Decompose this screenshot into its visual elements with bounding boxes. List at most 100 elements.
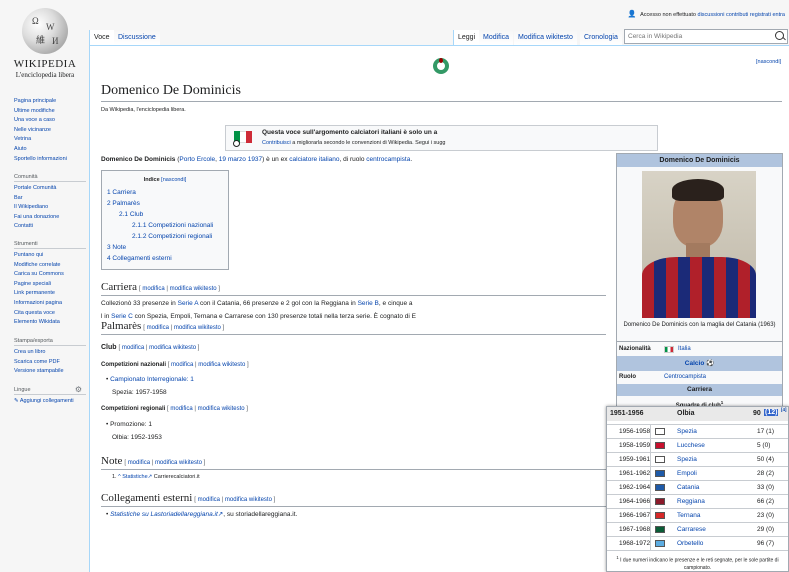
sidebar-item-recent-changes[interactable]: Ultime modifiche [14, 107, 86, 117]
club-link[interactable]: Lucchese [677, 442, 705, 449]
italy-flag-icon [664, 346, 674, 353]
personal-contributions-link[interactable]: contributi [726, 12, 748, 18]
club-link[interactable]: Spezia [677, 428, 697, 435]
edit-source-link[interactable]: modifica wikitesto [149, 345, 196, 351]
tab-article[interactable]: Voce [89, 30, 115, 45]
sidebar-item-page-info[interactable]: Informazioni pagina [14, 299, 86, 309]
sidebar-item-main-page[interactable]: Pagina principale [14, 97, 86, 107]
club-years: 1956-1958 [619, 428, 651, 435]
sidebar-item-contacts[interactable]: Contatti [14, 222, 86, 232]
section-rule [101, 295, 606, 296]
toc-item-regional[interactable]: 2.1.2 Competizioni regionali [132, 233, 212, 240]
birthdate-link[interactable]: 19 marzo 1937 [219, 156, 262, 163]
sidebar-item-download-pdf[interactable]: Scarica come PDF [14, 358, 86, 368]
edit-source-link[interactable]: modifica wikitesto [198, 362, 245, 368]
sidebar-item-what-links-here[interactable]: Puntano qui [14, 251, 86, 261]
club-stats: 23 (0) [757, 512, 774, 519]
toc-item-carriera[interactable]: 1 Carriera [107, 189, 136, 196]
personal-login-link[interactable]: entra [772, 12, 785, 18]
club-ref[interactable]: [4] [781, 407, 787, 412]
toc-item-external[interactable]: 4 Collegamenti esterni [107, 255, 172, 262]
club-link[interactable]: Ternana [677, 512, 701, 519]
sidebar-item-wikipediano[interactable]: Il Wikipediano [14, 203, 86, 213]
ref-link[interactable]: Statistiche [122, 474, 147, 480]
sidebar-item-bar[interactable]: Bar [14, 194, 86, 204]
club-years: 1968-1972 [619, 540, 651, 547]
club-link[interactable]: Reggiana [677, 498, 705, 505]
personal-register-link[interactable]: registrati [750, 12, 771, 18]
club-link[interactable]: Carrarese [677, 526, 706, 533]
edit-link[interactable]: modifica [128, 460, 150, 466]
toc-item-note[interactable]: 3 Note [107, 244, 126, 251]
club-link[interactable]: Empoli [677, 470, 697, 477]
edit-source-link[interactable]: modifica wikitesto [225, 497, 272, 503]
nationality-link[interactable]: Italia [678, 346, 691, 352]
club-career-table: 1951-1956 Olbia 90 (12) [4] 1956-1958 Spe… [606, 406, 789, 572]
external-link[interactable]: Statistiche su Lastoriadellareggiana.it [110, 511, 218, 518]
wikipedia-logo[interactable]: ΩW維И WIKIPEDIA L'enciclopedia libera [10, 8, 80, 88]
edit-link[interactable]: modifica [147, 325, 169, 331]
player-photo[interactable] [642, 171, 756, 318]
sidebar-item-nearby[interactable]: Nelle vicinanze [14, 126, 86, 136]
footballer-link[interactable]: calciatore [289, 156, 317, 163]
sidebar-item-info-desk[interactable]: Sportello informazioni [14, 155, 86, 165]
search-icon[interactable] [775, 31, 784, 40]
italian-link[interactable]: italiano [319, 156, 340, 163]
edit-link[interactable]: modifica [171, 362, 193, 368]
edit-source-link[interactable]: modifica wikitesto [198, 406, 245, 412]
gear-icon[interactable]: ⚙ [75, 385, 82, 394]
sidebar-item-help[interactable]: Aiuto [14, 145, 86, 155]
toc-item-national[interactable]: 2.1.1 Competizioni nazionali [132, 222, 213, 229]
campionato-link[interactable]: Campionato Interregionale: 1 [110, 376, 194, 383]
edit-link[interactable]: modifica [122, 345, 144, 351]
serie-a-link[interactable]: Serie A [178, 300, 199, 307]
ref-backlink[interactable]: ^ [118, 474, 121, 480]
sidebar-item-related-changes[interactable]: Modifiche correlate [14, 261, 86, 271]
sidebar-item-community-portal[interactable]: Portale Comunità [14, 184, 86, 194]
club-link[interactable]: Catania [677, 484, 699, 491]
club-years: 1962-1964 [619, 484, 651, 491]
tab-edit-source[interactable]: Modifica wikitesto [514, 30, 577, 45]
stub-contribute-link[interactable]: Contribuisci [262, 140, 291, 146]
club-goals-selected[interactable]: (12) [764, 409, 779, 416]
sidebar-item-upload[interactable]: Carica su Commons [14, 270, 86, 280]
sport-link[interactable]: Calcio [685, 360, 705, 367]
toc-item-club[interactable]: 2.1 Club [119, 211, 143, 218]
hide-link[interactable]: [nascondi] [756, 59, 781, 65]
sidebar-item-featured[interactable]: Vetrina [14, 135, 86, 145]
sidebar-item-add-links[interactable]: ✎ Aggiungi collegamenti [14, 397, 86, 407]
sidebar-item-permanent-link[interactable]: Link permanente [14, 289, 86, 299]
personal-talk-link[interactable]: discussioni [698, 12, 725, 18]
serie-b-link[interactable]: Serie B [358, 300, 379, 307]
edit-source-link[interactable]: modifica wikitesto [170, 286, 217, 292]
midfielder-link[interactable]: centrocampista [366, 156, 410, 163]
edit-link[interactable]: modifica [170, 406, 192, 412]
toc-hide-link[interactable]: [nascondi] [161, 177, 186, 183]
tab-history[interactable]: Cronologia [580, 30, 622, 45]
birthplace-link[interactable]: Porto Ercole [179, 156, 215, 163]
club-link[interactable]: Orbetello [677, 540, 703, 547]
edit-source-link[interactable]: modifica wikitesto [174, 325, 221, 331]
sidebar-item-random[interactable]: Una voce a caso [14, 116, 86, 126]
sidebar-item-wikidata[interactable]: Elemento Wikidata [14, 318, 86, 328]
sidebar-item-special-pages[interactable]: Pagine speciali [14, 280, 86, 290]
edit-source-link[interactable]: modifica wikitesto [155, 460, 202, 466]
toc-item-palmares[interactable]: 2 Palmarès [107, 200, 140, 207]
sidebar-item-donate[interactable]: Fai una donazione [14, 213, 86, 223]
sidebar-item-printable[interactable]: Versione stampabile [14, 367, 86, 377]
search-input[interactable] [625, 30, 768, 42]
edit-link[interactable]: modifica [142, 286, 164, 292]
role-link[interactable]: Centrocampista [664, 374, 706, 380]
tab-read[interactable]: Leggi [453, 30, 481, 45]
sidebar-item-cite[interactable]: Cita questa voce [14, 309, 86, 319]
club-teams-ref[interactable]: 1 [721, 400, 724, 405]
serie-c-link[interactable]: Serie C [111, 313, 133, 320]
stub-subtext: Contribuisci a migliorarla secondo le co… [262, 140, 445, 146]
club-link[interactable]: Spezia [677, 456, 697, 463]
section-rule [101, 506, 606, 507]
table-row: 1964-1966 Reggiana 66 (2) [607, 494, 788, 509]
sidebar-item-create-book[interactable]: Crea un libro [14, 348, 86, 358]
tab-talk[interactable]: Discussione [114, 30, 160, 45]
tab-edit[interactable]: Modifica [479, 30, 514, 45]
edit-link[interactable]: modifica [198, 497, 220, 503]
